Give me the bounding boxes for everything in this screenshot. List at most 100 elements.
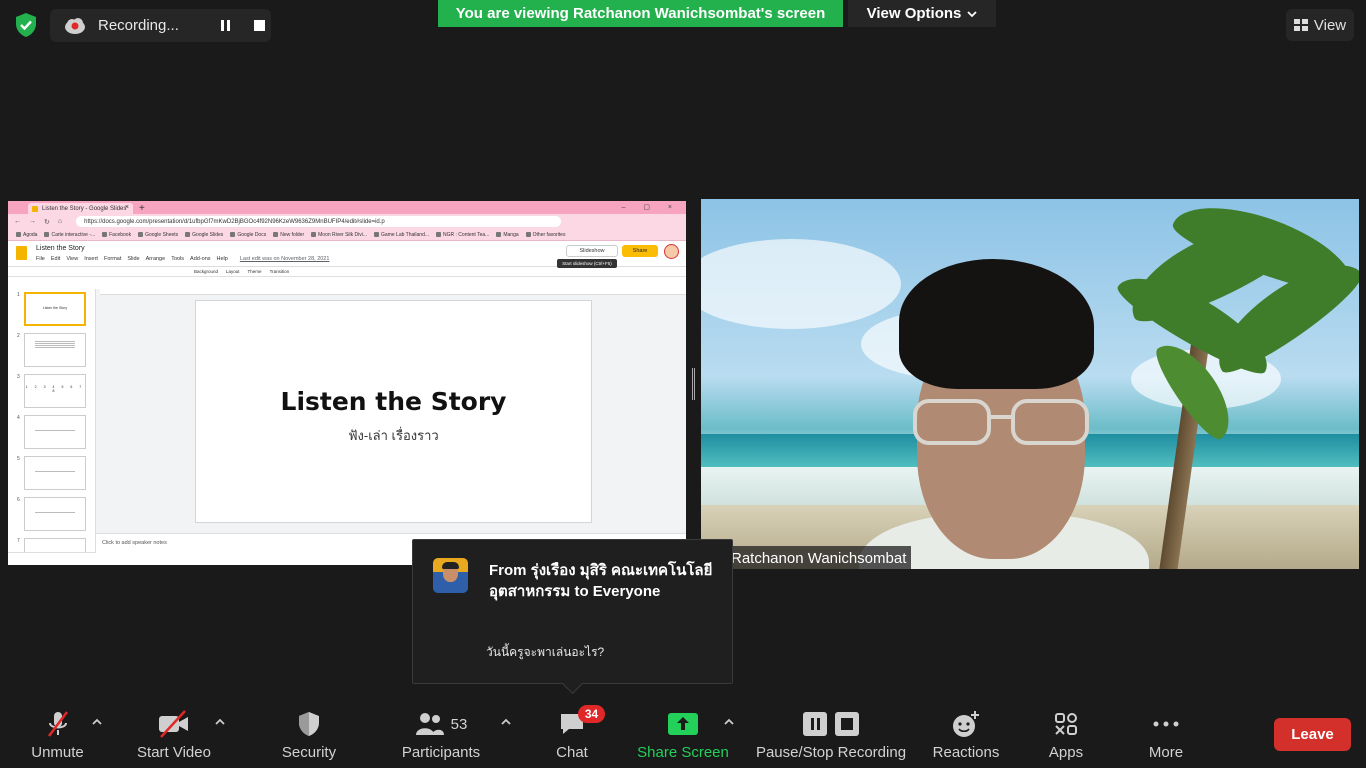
slide-thumbnail-row[interactable]: 7 <box>8 535 95 552</box>
slide-thumbnail[interactable] <box>24 415 86 449</box>
bookmark[interactable]: Other favorites <box>526 232 566 238</box>
bookmark[interactable]: Google Docs <box>230 232 266 238</box>
participants-options-caret-icon[interactable] <box>499 715 513 729</box>
audio-options-caret-icon[interactable] <box>90 715 104 729</box>
slide-thumbnail-row[interactable]: 6 <box>8 494 95 535</box>
menu-file[interactable]: File <box>36 256 45 262</box>
slide-filmstrip: 1 Listen the Story 2 3 1 2 3 4 5 6 7 8 4… <box>8 289 96 552</box>
transition-button[interactable]: Transition <box>270 269 290 274</box>
bookmark[interactable]: Google Sheets <box>138 232 178 238</box>
slide-thumbnail[interactable]: 1 2 3 4 5 6 7 8 <box>24 374 86 408</box>
participants-button[interactable]: 53 Participants <box>400 709 482 765</box>
share-screen-label: Share Screen <box>637 744 729 761</box>
leave-button[interactable]: Leave <box>1274 718 1351 751</box>
bookmark[interactable]: Moon River Silk Divi... <box>311 232 367 238</box>
bookmark[interactable]: Game Lab Thailand... <box>374 232 429 238</box>
menu-addons[interactable]: Add-ons <box>190 256 211 262</box>
viewing-screen-banner: You are viewing Ratchanon Wanichsombat's… <box>438 0 843 27</box>
forward-icon[interactable]: → <box>29 218 36 225</box>
thumbnail-text: 1 2 3 4 5 6 7 8 <box>25 385 85 393</box>
split-divider-handle[interactable] <box>691 368 696 400</box>
close-tab-icon[interactable]: × <box>125 204 129 211</box>
slide-thumbnail[interactable] <box>24 456 86 490</box>
security-button[interactable]: Security <box>280 709 338 765</box>
ruler <box>100 289 686 295</box>
encryption-shield-icon[interactable] <box>12 11 40 39</box>
reactions-button[interactable]: Reactions <box>932 709 1000 765</box>
menu-insert[interactable]: Insert <box>84 256 98 262</box>
document-title[interactable]: Listen the Story <box>36 245 85 252</box>
menu-arrange[interactable]: Arrange <box>146 256 166 262</box>
participants-count: 53 <box>450 715 468 733</box>
browser-tab[interactable]: Listen the Story - Google Slides × <box>28 203 133 214</box>
view-button[interactable]: View <box>1286 9 1354 41</box>
account-avatar[interactable] <box>664 244 679 259</box>
bookmark[interactable]: Google Slides <box>185 232 223 238</box>
filmstrip-footer <box>8 552 96 565</box>
bookmark[interactable]: New folder <box>273 232 304 238</box>
slide-thumbnail[interactable] <box>24 497 86 531</box>
chat-button[interactable]: 34 Chat <box>554 705 605 765</box>
more-button[interactable]: More <box>1146 709 1186 765</box>
apps-button[interactable]: Apps <box>1046 709 1086 765</box>
slide-thumbnail[interactable] <box>24 333 86 367</box>
slide-thumbnail-row[interactable]: 5 <box>8 453 95 494</box>
slide-thumbnail-row[interactable]: 3 1 2 3 4 5 6 7 8 <box>8 371 95 412</box>
slides-header: Listen the Story File Edit View Insert F… <box>8 241 686 268</box>
start-video-label: Start Video <box>137 744 211 761</box>
share-button[interactable]: Share <box>622 245 658 257</box>
slide-number: 4 <box>17 415 20 421</box>
participants-icon: 53 <box>415 709 468 739</box>
home-icon[interactable]: ⌂ <box>58 218 62 225</box>
slide-thumbnail[interactable] <box>24 538 86 552</box>
address-bar[interactable]: https://docs.google.com/presentation/d/1… <box>76 216 562 227</box>
pause-stop-recording-button[interactable]: Pause/Stop Recording <box>755 709 907 765</box>
bookmark[interactable]: NGR : Content Tea... <box>436 232 489 238</box>
bookmark[interactable]: Carte interactive -... <box>44 232 95 238</box>
security-shield-icon <box>296 709 322 739</box>
unmute-button[interactable]: Unmute <box>30 709 85 765</box>
menu-help[interactable]: Help <box>217 256 228 262</box>
participant-figure <box>859 259 1149 569</box>
chat-sender-line: From รุ่งเรือง มุสิริ คณะเทคโนโลยีอุตสาห… <box>489 562 713 600</box>
slides-favicon-icon <box>32 206 38 212</box>
chat-notification-popup[interactable]: From รุ่งเรือง มุสิริ คณะเทคโนโลยีอุตสาห… <box>412 539 733 684</box>
stop-recording-icon[interactable] <box>248 15 270 37</box>
theme-button[interactable]: Theme <box>248 269 262 274</box>
share-screen-button[interactable]: Share Screen <box>637 709 729 765</box>
shared-screen: Listen the Story - Google Slides × + – ▢… <box>8 201 686 565</box>
new-tab-icon[interactable]: + <box>139 203 145 214</box>
menu-format[interactable]: Format <box>104 256 121 262</box>
background-button[interactable]: Background <box>194 269 218 274</box>
slide-thumbnail-row[interactable]: 2 <box>8 330 95 371</box>
slideshow-tooltip: Start slideshow (Ctrl+F5) <box>557 259 617 268</box>
slideshow-button[interactable]: Slideshow <box>566 245 618 257</box>
grid-view-icon <box>1293 19 1308 31</box>
slide-number: 2 <box>17 333 20 339</box>
browser-tab-title: Listen the Story - Google Slides <box>42 205 127 212</box>
bookmark[interactable]: Agoda <box>16 232 37 238</box>
pause-recording-icon[interactable] <box>214 15 236 37</box>
reload-icon[interactable]: ↻ <box>44 218 50 226</box>
menu-view[interactable]: View <box>66 256 78 262</box>
window-controls[interactable]: – ▢ × <box>622 203 680 211</box>
bookmark[interactable]: Facebook <box>102 232 131 238</box>
menu-slide[interactable]: Slide <box>127 256 139 262</box>
slide-thumbnail[interactable]: Listen the Story <box>24 292 86 326</box>
bookmark[interactable]: Manga <box>496 232 518 238</box>
view-options-button[interactable]: View Options <box>848 0 996 27</box>
last-edit-link[interactable]: Last edit was on November 28, 2021 <box>240 256 330 262</box>
video-options-caret-icon[interactable] <box>213 715 227 729</box>
slide-thumbnail-row[interactable]: 1 Listen the Story <box>8 289 95 330</box>
start-video-button[interactable]: Start Video <box>136 709 212 765</box>
more-label: More <box>1148 744 1184 761</box>
back-icon[interactable]: ← <box>14 218 21 225</box>
share-options-caret-icon[interactable] <box>722 715 736 729</box>
layout-button[interactable]: Layout <box>226 269 240 274</box>
slide-canvas[interactable]: Listen the Story ฟัง-เล่า เรื่องราว <box>195 300 592 523</box>
slide-title: Listen the Story <box>280 387 507 416</box>
menu-tools[interactable]: Tools <box>171 256 184 262</box>
menu-edit[interactable]: Edit <box>51 256 60 262</box>
slide-thumbnail-row[interactable]: 4 <box>8 412 95 453</box>
slide-number: 5 <box>17 456 20 462</box>
